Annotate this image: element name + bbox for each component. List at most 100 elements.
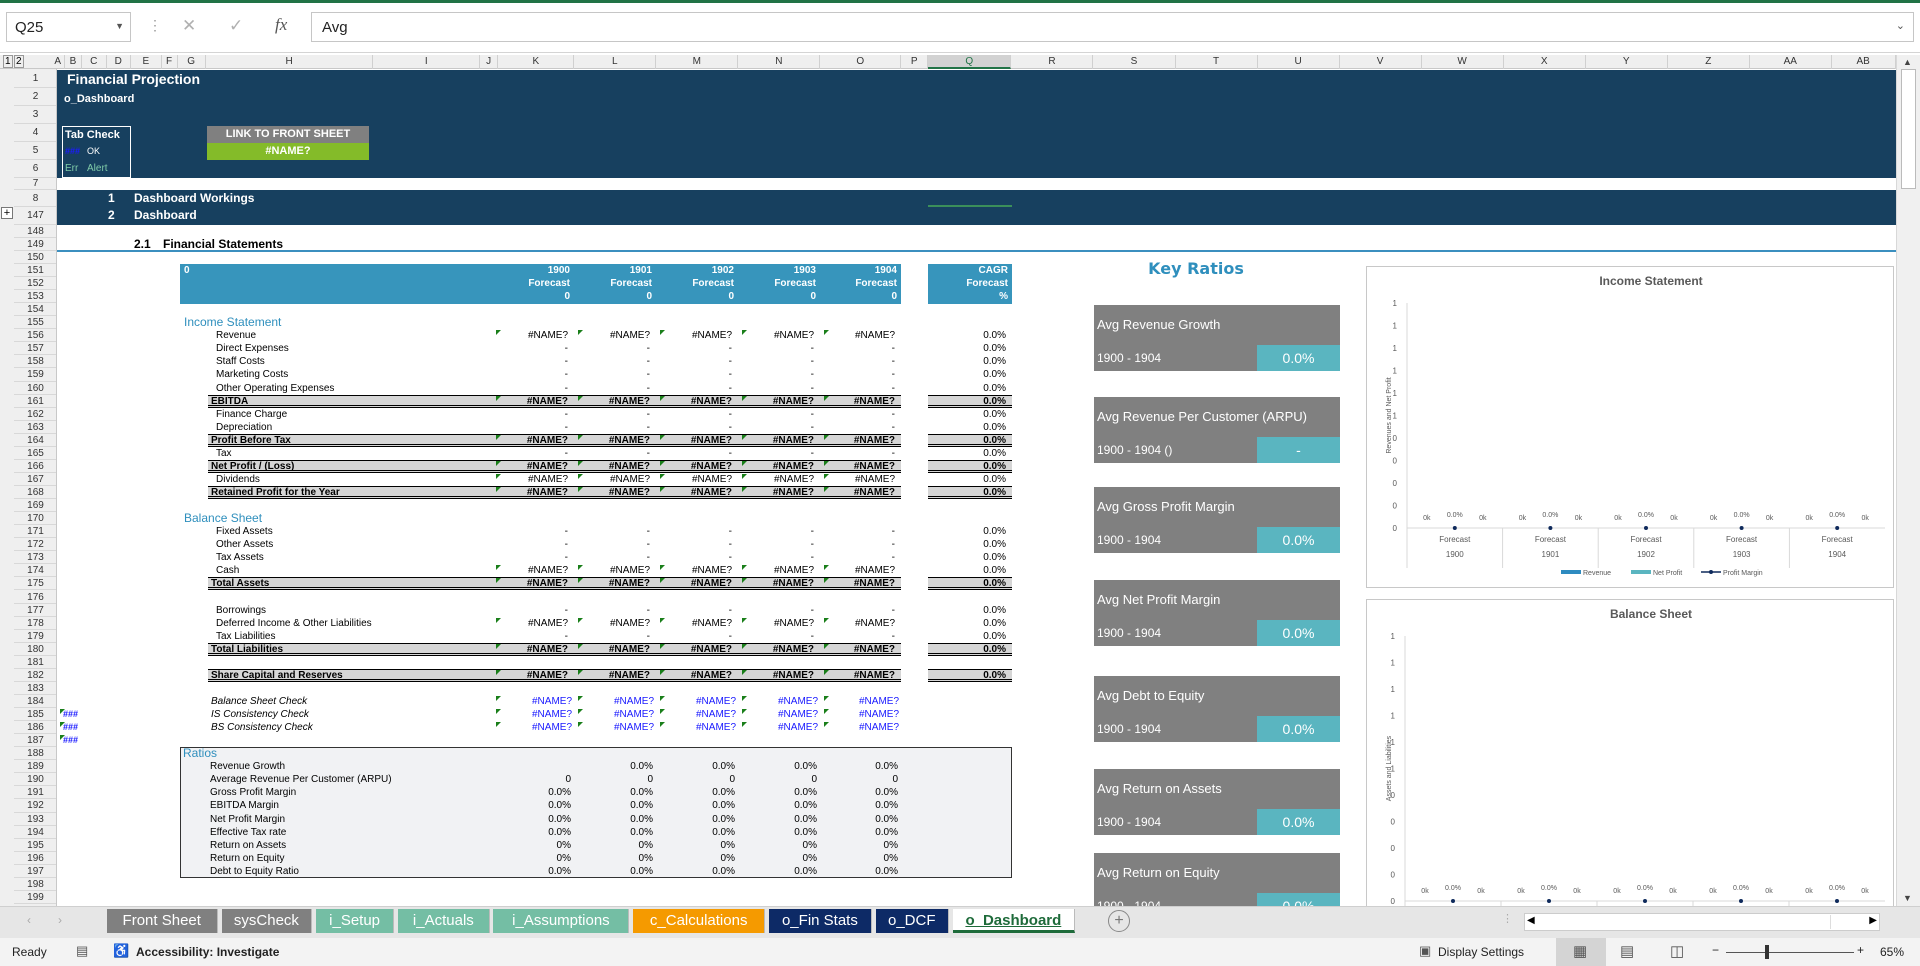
y-tick-label: 1 — [1391, 659, 1396, 668]
scroll-left-icon[interactable]: ◀ — [1527, 915, 1535, 926]
data-label: 0k — [1766, 515, 1774, 522]
x-tick-label: Forecast — [1630, 535, 1662, 544]
x-tick-label: 1900 — [1446, 550, 1464, 559]
data-label: 0k — [1861, 515, 1869, 522]
x-tick-label: 1901 — [1542, 550, 1560, 559]
data-label: 0.0% — [1734, 512, 1750, 519]
scroll-right-icon[interactable]: ▶ — [1869, 915, 1877, 926]
display-settings-button[interactable]: Display Settings — [1438, 945, 1524, 959]
x-tick-label: 1903 — [1733, 550, 1751, 559]
zoom-in-button[interactable]: + — [1857, 943, 1864, 957]
line-point — [1451, 899, 1455, 903]
key-ratio-card[interactable]: Avg Debt to Equity 1900 - 1904 0.0% — [1094, 676, 1340, 742]
ready-status: Ready — [12, 945, 47, 959]
y-tick-label: 0 — [1393, 434, 1398, 443]
line-point — [1739, 899, 1743, 903]
card-value: 0.0% — [1257, 620, 1340, 646]
add-sheet-icon[interactable]: + — [1108, 910, 1130, 932]
x-tick-label: 1902 — [1637, 550, 1655, 559]
data-label: 0k — [1669, 888, 1677, 895]
horizontal-scrollbar[interactable]: ◀ ▶ — [1524, 913, 1880, 931]
sheet-tab-c_calculations[interactable]: c_Calculations — [633, 909, 766, 933]
sheet-tab-i_actuals[interactable]: i_Actuals — [397, 909, 490, 933]
sheet-tab-o_dcf[interactable]: o_DCF — [875, 909, 949, 933]
data-label: 0k — [1613, 888, 1621, 895]
legend-swatch — [1631, 570, 1651, 574]
key-ratio-card[interactable]: Avg Revenue Growth 1900 - 1904 0.0% — [1094, 305, 1340, 371]
expand-formula-icon[interactable]: ⌄ — [1896, 19, 1905, 32]
tab-split-handle[interactable]: ⋮ — [1502, 912, 1513, 925]
scroll-thumb[interactable] — [1901, 69, 1916, 189]
card-title: Avg Net Profit Margin — [1097, 592, 1221, 607]
card-title: Avg Return on Equity — [1097, 865, 1220, 880]
line-point — [1547, 899, 1551, 903]
y-tick-label: 1 — [1393, 389, 1398, 398]
card-value: 0.0% — [1257, 809, 1340, 835]
y-tick-label: 1 — [1391, 685, 1396, 694]
data-label: 0.0% — [1541, 885, 1557, 892]
y-tick-label: 1 — [1393, 299, 1398, 308]
y-tick-label: 1 — [1393, 344, 1398, 353]
key-ratio-card[interactable]: Avg Revenue Per Customer (ARPU) 1900 - 19… — [1094, 397, 1340, 463]
y-tick-label: 0 — [1393, 524, 1398, 533]
legend-label: Net Profit — [1653, 570, 1682, 577]
y-tick-label: 1 — [1391, 632, 1396, 641]
x-tick-label: Forecast — [1535, 535, 1567, 544]
income-statement-chart-frame[interactable]: Income Statement Revenues and Net Profit 1… — [1366, 266, 1894, 588]
chart-title: Balance Sheet — [1610, 607, 1692, 621]
income-statement-chart: Income StatementRevenues and Net Profit1… — [1386, 274, 1885, 577]
key-ratio-card[interactable]: Avg Return on Equity 1900 - 1904 0.0% — [1094, 853, 1340, 906]
prev-sheet-icon[interactable]: ‹ — [27, 913, 31, 927]
data-label: 0k — [1805, 515, 1813, 522]
scroll-up-icon[interactable]: ▲ — [1903, 57, 1912, 67]
data-label: 0.0% — [1637, 885, 1653, 892]
data-label: 0k — [1861, 888, 1869, 895]
data-label: 0k — [1575, 515, 1583, 522]
data-label: 0k — [1423, 515, 1431, 522]
page-break-preview-icon[interactable]: ◫ — [1670, 942, 1684, 960]
y-tick-label: 1 — [1391, 765, 1396, 774]
balance-sheet-chart: Balance SheetAssets and Liabilities11111… — [1386, 607, 1885, 941]
sheet-tab-i_setup[interactable]: i_Setup — [315, 909, 395, 933]
next-sheet-icon[interactable]: › — [58, 913, 62, 927]
y-tick-label: 0 — [1391, 818, 1396, 827]
sheet-tab-syscheck[interactable]: sysCheck — [221, 909, 313, 933]
zoom-slider[interactable] — [1726, 952, 1854, 953]
balance-sheet-chart-frame[interactable]: Balance Sheet Assets and Liabilities 1 1 1 1 1… — [1366, 599, 1894, 941]
normal-view-button[interactable]: ▦ — [1556, 938, 1606, 966]
vertical-scrollbar[interactable]: ▲ ▼ — [1896, 55, 1920, 906]
y-tick-label: 1 — [1391, 738, 1396, 747]
line-point — [1452, 526, 1457, 530]
card-period: 1900 - 1904 — [1097, 626, 1162, 640]
key-ratio-card[interactable]: Avg Return on Assets 1900 - 1904 0.0% — [1094, 769, 1340, 835]
sheet-tab-o_fin-stats[interactable]: o_Fin Stats — [768, 909, 872, 933]
card-title: Avg Revenue Growth — [1097, 317, 1221, 332]
accessibility-icon[interactable]: ♿ — [113, 943, 129, 959]
sheet-tab-o_dashboard[interactable]: o_Dashboard — [952, 909, 1076, 933]
scroll-down-icon[interactable]: ▼ — [1903, 893, 1912, 903]
line-point — [1548, 526, 1553, 530]
data-label: 0.0% — [1445, 885, 1461, 892]
card-value: 0.0% — [1257, 716, 1340, 742]
display-settings-icon[interactable]: ▣ — [1419, 943, 1431, 959]
card-period: 1900 - 1904 — [1097, 815, 1162, 829]
y-tick-label: 0 — [1391, 871, 1396, 880]
key-ratio-card[interactable]: Avg Net Profit Margin 1900 - 1904 0.0% — [1094, 580, 1340, 646]
sheet-tab-front-sheet[interactable]: Front Sheet — [106, 909, 218, 933]
card-value: 0.0% — [1257, 345, 1340, 371]
horizontal-scroll-thumb[interactable] — [1541, 915, 1831, 929]
macro-recording-icon[interactable]: ▤ — [76, 943, 88, 959]
y-tick-label: 0 — [1393, 502, 1398, 511]
card-period: 1900 - 1904 — [1097, 899, 1162, 906]
key-ratio-card[interactable]: Avg Gross Profit Margin 1900 - 1904 0.0% — [1094, 487, 1340, 553]
card-value: 0.0% — [1257, 527, 1340, 553]
zoom-slider-thumb[interactable] — [1765, 945, 1769, 959]
accessibility-status[interactable]: Accessibility: Investigate — [136, 945, 279, 959]
y-tick-label: 1 — [1393, 322, 1398, 331]
zoom-out-button[interactable]: − — [1712, 943, 1719, 957]
card-title: Avg Revenue Per Customer (ARPU) — [1097, 409, 1308, 424]
sheet-tab-i_assumptions[interactable]: i_Assumptions — [493, 909, 630, 933]
y-tick-label: 1 — [1393, 412, 1398, 421]
page-layout-icon[interactable]: ▤ — [1620, 942, 1634, 960]
zoom-level[interactable]: 65% — [1880, 945, 1904, 959]
